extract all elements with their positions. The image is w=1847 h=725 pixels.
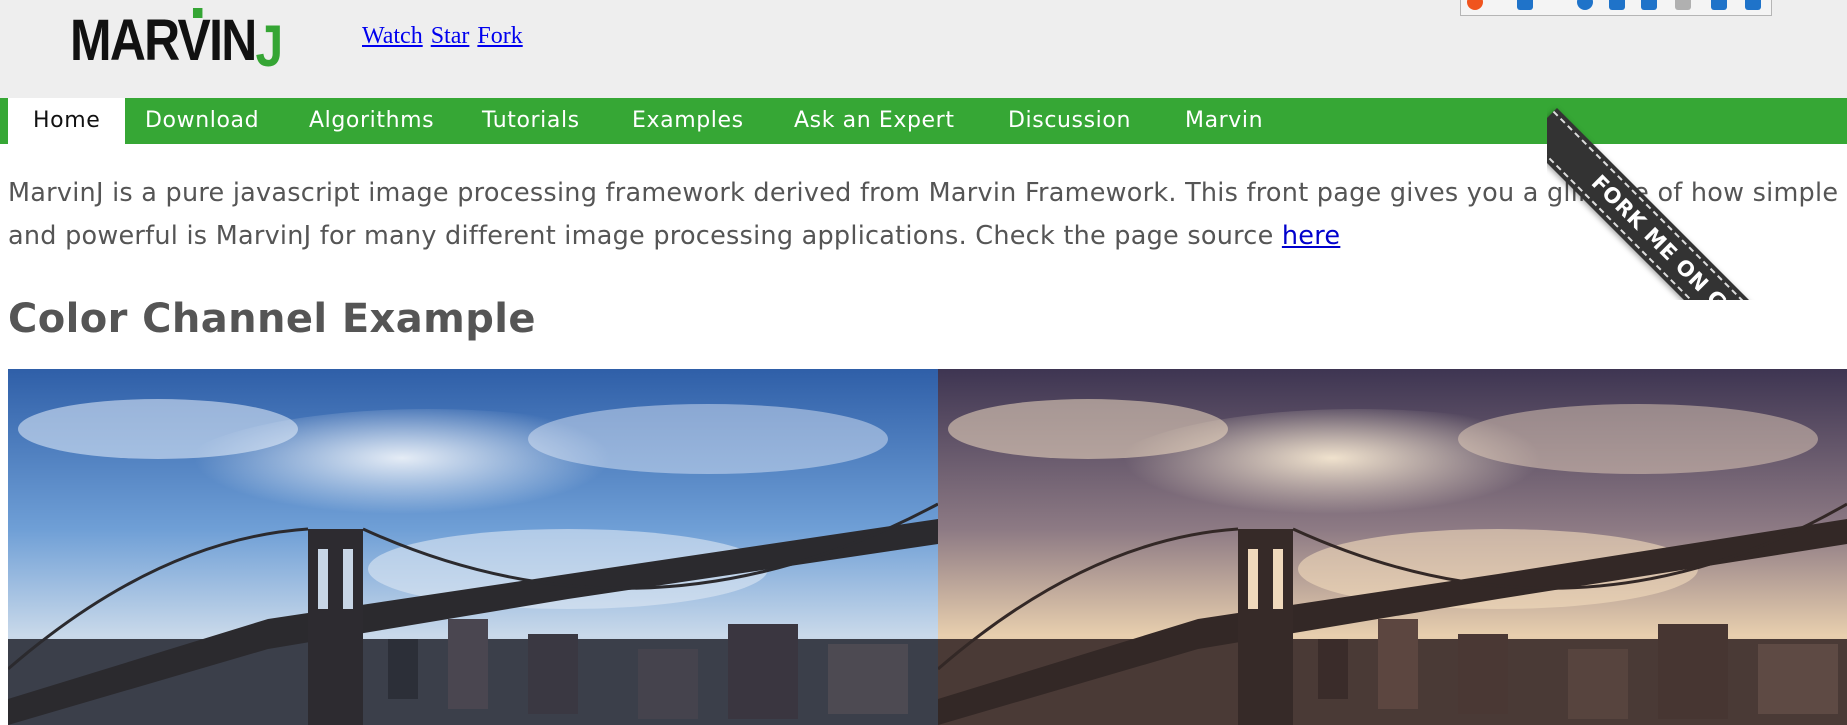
nav-item-discussion[interactable]: Discussion <box>1008 98 1131 144</box>
nav-item-tutorials[interactable]: Tutorials <box>482 98 580 144</box>
nav-item-download[interactable]: Download <box>145 98 259 144</box>
page-source-link[interactable]: here <box>1282 221 1340 251</box>
github-star-link[interactable]: Star <box>431 23 470 49</box>
extension-icon[interactable] <box>1577 0 1593 10</box>
intro-text-line1: MarvinJ is a pure javascript image proce… <box>8 178 1839 208</box>
nav-item-ask-an-expert[interactable]: Ask an Expert <box>794 98 955 144</box>
github-fork-link[interactable]: Fork <box>477 23 522 49</box>
extension-icon[interactable] <box>1517 0 1533 10</box>
nav-item-algorithms[interactable]: Algorithms <box>309 98 434 144</box>
logo-dot <box>192 8 203 18</box>
logo-j: J <box>255 14 284 79</box>
channel-adjusted-image <box>938 369 1847 725</box>
extension-icon[interactable] <box>1641 0 1657 10</box>
intro-text-line2: and powerful is MarvinJ for many differe… <box>8 221 1282 251</box>
section-title: Color Channel Example <box>8 296 536 342</box>
nav-item-home[interactable]: Home <box>8 98 126 144</box>
extension-icon[interactable] <box>1711 0 1727 10</box>
original-image <box>8 369 938 725</box>
extension-icon[interactable] <box>1675 0 1691 10</box>
marvinj-logo[interactable]: MARVINJ <box>70 8 283 76</box>
github-watch-link[interactable]: Watch <box>362 23 423 49</box>
nav-item-examples[interactable]: Examples <box>632 98 744 144</box>
extension-icon[interactable] <box>1467 0 1483 10</box>
extension-toolbar <box>1460 0 1772 16</box>
github-buttons: Watch Star Fork <box>362 23 525 50</box>
logo-text: MARVIN <box>70 8 257 73</box>
extension-icon[interactable] <box>1609 0 1625 10</box>
nav-item-marvin[interactable]: Marvin <box>1185 98 1263 144</box>
extension-icon[interactable] <box>1745 0 1761 10</box>
